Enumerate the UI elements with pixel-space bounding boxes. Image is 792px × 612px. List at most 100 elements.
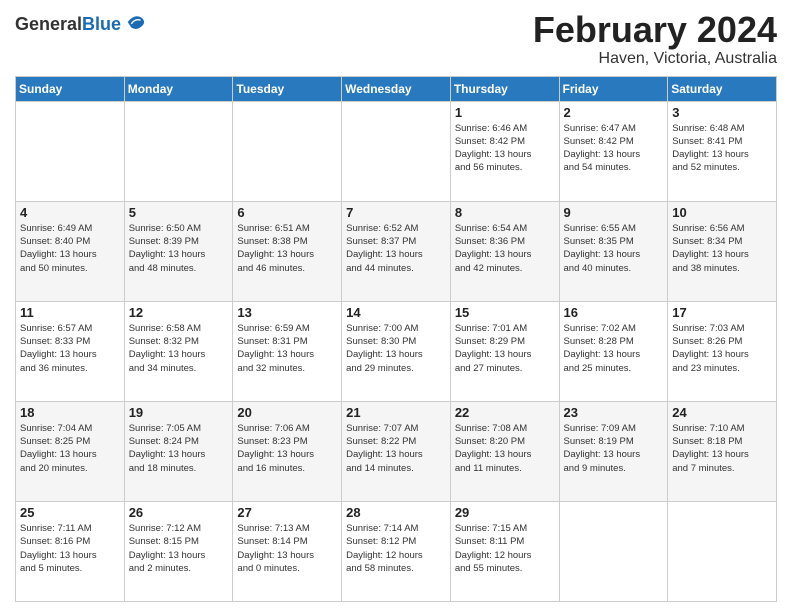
calendar-cell: 14 Sunrise: 7:00 AM Sunset: 8:30 PM Dayli… — [342, 301, 451, 401]
calendar-table: SundayMondayTuesdayWednesdayThursdayFrid… — [15, 76, 777, 602]
calendar-week-row: 4Sunrise: 6:49 AM Sunset: 8:40 PM Daylig… — [16, 201, 777, 301]
calendar-cell: 26Sunrise: 7:12 AM Sunset: 8:15 PM Dayli… — [124, 501, 233, 601]
day-number: 1 — [455, 105, 555, 120]
calendar-cell — [668, 501, 777, 601]
calendar-cell: 6 Sunrise: 6:51 AM Sunset: 8:38 PM Daylig… — [233, 201, 342, 301]
calendar-day-header: Tuesday — [233, 76, 342, 101]
calendar-cell: 28 Sunrise: 7:14 AM Sunset: 8:12 PM Dayli… — [342, 501, 451, 601]
day-number: 9 — [564, 205, 664, 220]
calendar-cell — [16, 101, 125, 201]
calendar-cell: 12 Sunrise: 6:58 AM Sunset: 8:32 PM Dayli… — [124, 301, 233, 401]
day-info: Sunrise: 7:08 AM Sunset: 8:20 PM Dayligh… — [455, 422, 555, 475]
day-info: Sunrise: 6:47 AM Sunset: 8:42 PM Dayligh… — [564, 122, 664, 175]
day-number: 12 — [129, 305, 229, 320]
calendar-week-row: 1 Sunrise: 6:46 AM Sunset: 8:42 PM Daylig… — [16, 101, 777, 201]
day-info: Sunrise: 7:07 AM Sunset: 8:22 PM Dayligh… — [346, 422, 446, 475]
calendar-day-header: Wednesday — [342, 76, 451, 101]
calendar-cell: 25 Sunrise: 7:11 AM Sunset: 8:16 PM Dayli… — [16, 501, 125, 601]
page: GeneralBlue February 2024 Haven, Victori… — [0, 0, 792, 612]
day-number: 11 — [20, 305, 120, 320]
day-number: 28 — [346, 505, 446, 520]
calendar-cell: 5Sunrise: 6:50 AM Sunset: 8:39 PM Daylig… — [124, 201, 233, 301]
day-number: 24 — [672, 405, 772, 420]
day-number: 6 — [237, 205, 337, 220]
calendar-week-row: 18 Sunrise: 7:04 AM Sunset: 8:25 PM Dayli… — [16, 401, 777, 501]
day-info: Sunrise: 6:59 AM Sunset: 8:31 PM Dayligh… — [237, 322, 337, 375]
day-info: Sunrise: 7:01 AM Sunset: 8:29 PM Dayligh… — [455, 322, 555, 375]
day-number: 16 — [564, 305, 664, 320]
day-number: 3 — [672, 105, 772, 120]
calendar-week-row: 11 Sunrise: 6:57 AM Sunset: 8:33 PM Dayli… — [16, 301, 777, 401]
calendar-cell: 10 Sunrise: 6:56 AM Sunset: 8:34 PM Dayli… — [668, 201, 777, 301]
calendar-cell: 8 Sunrise: 6:54 AM Sunset: 8:36 PM Daylig… — [450, 201, 559, 301]
day-info: Sunrise: 6:57 AM Sunset: 8:33 PM Dayligh… — [20, 322, 120, 375]
calendar-cell: 23 Sunrise: 7:09 AM Sunset: 8:19 PM Dayli… — [559, 401, 668, 501]
location: Haven, Victoria, Australia — [533, 50, 777, 68]
day-info: Sunrise: 6:54 AM Sunset: 8:36 PM Dayligh… — [455, 222, 555, 275]
month-title: February 2024 — [533, 10, 777, 50]
day-number: 23 — [564, 405, 664, 420]
calendar-cell: 19Sunrise: 7:05 AM Sunset: 8:24 PM Dayli… — [124, 401, 233, 501]
day-info: Sunrise: 7:11 AM Sunset: 8:16 PM Dayligh… — [20, 522, 120, 575]
day-number: 18 — [20, 405, 120, 420]
day-info: Sunrise: 7:03 AM Sunset: 8:26 PM Dayligh… — [672, 322, 772, 375]
calendar-cell: 27 Sunrise: 7:13 AM Sunset: 8:14 PM Dayli… — [233, 501, 342, 601]
logo-general: GeneralBlue — [15, 15, 121, 35]
calendar-day-header: Sunday — [16, 76, 125, 101]
calendar-cell — [559, 501, 668, 601]
calendar-cell: 17Sunrise: 7:03 AM Sunset: 8:26 PM Dayli… — [668, 301, 777, 401]
day-number: 10 — [672, 205, 772, 220]
day-number: 27 — [237, 505, 337, 520]
title-block: February 2024 Haven, Victoria, Australia — [533, 10, 777, 68]
day-info: Sunrise: 6:46 AM Sunset: 8:42 PM Dayligh… — [455, 122, 555, 175]
day-info: Sunrise: 6:56 AM Sunset: 8:34 PM Dayligh… — [672, 222, 772, 275]
day-info: Sunrise: 7:12 AM Sunset: 8:15 PM Dayligh… — [129, 522, 229, 575]
day-number: 22 — [455, 405, 555, 420]
calendar-cell: 2 Sunrise: 6:47 AM Sunset: 8:42 PM Daylig… — [559, 101, 668, 201]
calendar-cell: 7 Sunrise: 6:52 AM Sunset: 8:37 PM Daylig… — [342, 201, 451, 301]
calendar-cell: 9 Sunrise: 6:55 AM Sunset: 8:35 PM Daylig… — [559, 201, 668, 301]
logo: GeneralBlue — [15, 15, 146, 35]
calendar-cell: 18 Sunrise: 7:04 AM Sunset: 8:25 PM Dayli… — [16, 401, 125, 501]
day-number: 2 — [564, 105, 664, 120]
day-info: Sunrise: 7:09 AM Sunset: 8:19 PM Dayligh… — [564, 422, 664, 475]
calendar-cell: 1 Sunrise: 6:46 AM Sunset: 8:42 PM Daylig… — [450, 101, 559, 201]
calendar-header-row: SundayMondayTuesdayWednesdayThursdayFrid… — [16, 76, 777, 101]
day-info: Sunrise: 7:04 AM Sunset: 8:25 PM Dayligh… — [20, 422, 120, 475]
calendar-day-header: Thursday — [450, 76, 559, 101]
calendar-cell: 3 Sunrise: 6:48 AM Sunset: 8:41 PM Daylig… — [668, 101, 777, 201]
day-number: 21 — [346, 405, 446, 420]
day-info: Sunrise: 6:52 AM Sunset: 8:37 PM Dayligh… — [346, 222, 446, 275]
header: GeneralBlue February 2024 Haven, Victori… — [15, 10, 777, 68]
day-info: Sunrise: 7:02 AM Sunset: 8:28 PM Dayligh… — [564, 322, 664, 375]
calendar-cell: 15Sunrise: 7:01 AM Sunset: 8:29 PM Dayli… — [450, 301, 559, 401]
day-info: Sunrise: 7:13 AM Sunset: 8:14 PM Dayligh… — [237, 522, 337, 575]
day-info: Sunrise: 6:58 AM Sunset: 8:32 PM Dayligh… — [129, 322, 229, 375]
calendar-day-header: Saturday — [668, 76, 777, 101]
day-number: 8 — [455, 205, 555, 220]
day-number: 14 — [346, 305, 446, 320]
day-info: Sunrise: 6:55 AM Sunset: 8:35 PM Dayligh… — [564, 222, 664, 275]
day-info: Sunrise: 6:51 AM Sunset: 8:38 PM Dayligh… — [237, 222, 337, 275]
calendar-cell — [124, 101, 233, 201]
calendar-day-header: Monday — [124, 76, 233, 101]
day-number: 29 — [455, 505, 555, 520]
calendar-cell — [342, 101, 451, 201]
calendar-cell: 24Sunrise: 7:10 AM Sunset: 8:18 PM Dayli… — [668, 401, 777, 501]
calendar-cell: 20Sunrise: 7:06 AM Sunset: 8:23 PM Dayli… — [233, 401, 342, 501]
calendar-cell: 13Sunrise: 6:59 AM Sunset: 8:31 PM Dayli… — [233, 301, 342, 401]
calendar-week-row: 25 Sunrise: 7:11 AM Sunset: 8:16 PM Dayli… — [16, 501, 777, 601]
day-number: 7 — [346, 205, 446, 220]
calendar-day-header: Friday — [559, 76, 668, 101]
day-info: Sunrise: 6:48 AM Sunset: 8:41 PM Dayligh… — [672, 122, 772, 175]
day-info: Sunrise: 7:14 AM Sunset: 8:12 PM Dayligh… — [346, 522, 446, 575]
day-info: Sunrise: 7:15 AM Sunset: 8:11 PM Dayligh… — [455, 522, 555, 575]
calendar-cell: 29 Sunrise: 7:15 AM Sunset: 8:11 PM Dayli… — [450, 501, 559, 601]
calendar-cell — [233, 101, 342, 201]
calendar-cell: 22 Sunrise: 7:08 AM Sunset: 8:20 PM Dayli… — [450, 401, 559, 501]
day-info: Sunrise: 7:00 AM Sunset: 8:30 PM Dayligh… — [346, 322, 446, 375]
day-info: Sunrise: 7:06 AM Sunset: 8:23 PM Dayligh… — [237, 422, 337, 475]
day-number: 5 — [129, 205, 229, 220]
calendar-cell: 21 Sunrise: 7:07 AM Sunset: 8:22 PM Dayli… — [342, 401, 451, 501]
day-number: 25 — [20, 505, 120, 520]
